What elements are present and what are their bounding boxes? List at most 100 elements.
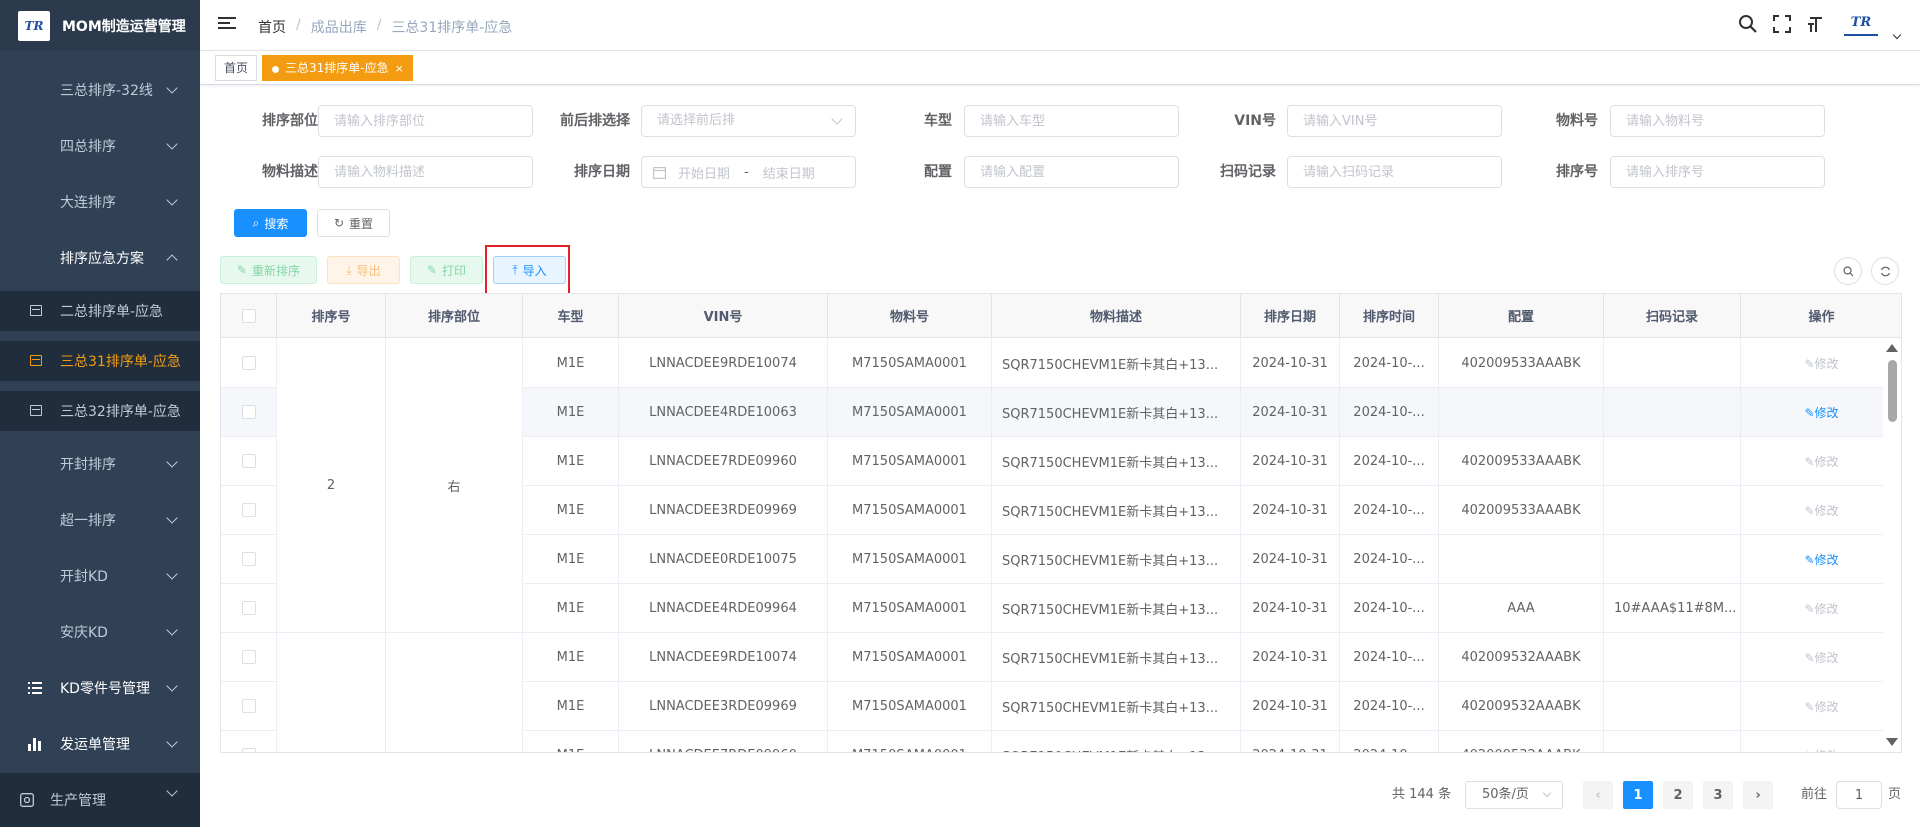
sidebar-item-emergency[interactable]: 排序应急方案 <box>0 238 200 278</box>
edit-row-button[interactable]: ✎修改 <box>1804 404 1838 421</box>
page-button[interactable]: 2 <box>1663 781 1693 809</box>
row-checkbox[interactable] <box>241 405 256 419</box>
reset-button[interactable]: ↻ 重置 <box>317 209 390 237</box>
sort-date-range[interactable]: 开始日期 - 结束日期 <box>641 156 856 188</box>
edit-row-button[interactable]: ✎修改 <box>1804 551 1838 568</box>
material-no-input[interactable] <box>1610 105 1825 137</box>
sidebar-item-kaifeng[interactable]: 开封排序 <box>0 444 200 484</box>
front-back-select[interactable]: 请选择前后排 <box>641 105 856 137</box>
font-size-icon[interactable] <box>1806 14 1826 34</box>
column-header[interactable]: 车型 <box>523 294 619 338</box>
fullscreen-icon[interactable] <box>1772 14 1792 34</box>
column-header[interactable]: 操作 <box>1741 294 1901 338</box>
bar-chart-icon <box>28 738 41 751</box>
toggle-search-button[interactable] <box>1834 257 1862 285</box>
button-label: 重新排序 <box>252 263 301 278</box>
row-checkbox[interactable] <box>241 650 256 664</box>
row-checkbox[interactable] <box>241 454 256 468</box>
row-checkbox[interactable] <box>241 356 256 370</box>
refresh-button[interactable] <box>1871 257 1899 285</box>
page-button[interactable]: 1 <box>1623 781 1653 809</box>
sidebar-subitem-erzong[interactable]: 二总排序单-应急 <box>0 291 200 331</box>
next-page-button[interactable]: › <box>1743 781 1773 809</box>
table-cell: SQR7150CHEVM1E新卡其白+13... <box>992 682 1241 731</box>
start-date[interactable]: 开始日期 <box>678 163 730 182</box>
sidebar-item-dalian[interactable]: 大连排序 <box>0 182 200 222</box>
row-checkbox[interactable] <box>241 699 256 713</box>
scan-input[interactable] <box>1287 156 1502 188</box>
label-scan: 扫码记录 <box>1220 164 1276 180</box>
search-icon[interactable] <box>1738 14 1758 34</box>
sidebar-item-kaifeng-kd[interactable]: 开封KD <box>0 556 200 596</box>
scroll-down-icon[interactable] <box>1886 738 1898 746</box>
goto-page-input[interactable] <box>1836 781 1882 809</box>
table-cell: LNNACDEE4RDE09964 <box>619 584 828 633</box>
vin-input[interactable] <box>1287 105 1502 137</box>
row-checkbox[interactable] <box>241 601 256 615</box>
menu-toggle-icon[interactable] <box>218 17 236 33</box>
sidebar-item-shipping[interactable]: 发运单管理 <box>0 724 200 764</box>
user-avatar[interactable]: TR <box>1844 14 1878 36</box>
caret-down-icon[interactable] <box>1892 30 1902 40</box>
edit-row-button[interactable]: ✎修改 <box>1804 649 1838 666</box>
column-header[interactable]: 排序部位 <box>386 294 523 338</box>
row-checkbox[interactable] <box>241 503 256 517</box>
material-desc-input[interactable] <box>318 156 533 188</box>
tab-home[interactable]: 首页 <box>215 55 258 81</box>
search-button[interactable]: ⌕ 搜索 <box>234 209 307 237</box>
edit-row-button[interactable]: ✎修改 <box>1804 502 1838 519</box>
table-cell: SQR7150CHEVM1E新卡其白+13... <box>992 339 1241 388</box>
tab-sanzong31[interactable]: 三总31排序单-应急 × <box>262 55 413 81</box>
car-type-input[interactable] <box>964 105 1179 137</box>
sidebar-item-kd-parts[interactable]: KD零件号管理 <box>0 668 200 708</box>
column-header[interactable]: 排序号 <box>277 294 386 338</box>
table-cell: M1E <box>523 584 619 633</box>
sidebar-item-anqing-kd[interactable]: 安庆KD <box>0 612 200 652</box>
column-header[interactable]: 物料描述 <box>992 294 1241 338</box>
column-header[interactable]: 物料号 <box>828 294 992 338</box>
scroll-up-icon[interactable] <box>1886 344 1898 352</box>
table-scrollbar[interactable] <box>1883 338 1901 752</box>
chevron-down-icon <box>831 113 843 125</box>
edit-row-button[interactable]: ✎修改 <box>1804 453 1838 470</box>
column-header[interactable]: 排序日期 <box>1241 294 1340 338</box>
page-button[interactable]: 3 <box>1703 781 1733 809</box>
sidebar-subitem-sanzong31[interactable]: 三总31排序单-应急 <box>0 341 200 381</box>
sidebar-item-sanzong-32[interactable]: 三总排序-32线 <box>0 70 200 110</box>
sidebar-item-chaoyi[interactable]: 超一排序 <box>0 500 200 540</box>
sidebar: TR MOM制造运营管理 三总排序-32线 四总排序 大连排序 排序应急方案 二… <box>0 0 200 827</box>
column-header[interactable]: 配置 <box>1439 294 1604 338</box>
table-cell: LNNACDEE4RDE10063 <box>619 388 828 437</box>
breadcrumb-home[interactable]: 首页 <box>258 17 286 37</box>
row-checkbox[interactable] <box>241 748 256 752</box>
import-highlight-box <box>485 245 570 296</box>
table-cell: M7150SAMA0001 <box>828 584 992 633</box>
sidebar-item-sizong[interactable]: 四总排序 <box>0 126 200 166</box>
edit-row-button[interactable]: ✎修改 <box>1804 600 1838 617</box>
sidebar-item-production[interactable]: 生产管理 <box>0 773 200 827</box>
close-icon[interactable]: × <box>395 62 404 75</box>
column-header[interactable]: VIN号 <box>619 294 828 338</box>
table-cell: M7150SAMA0001 <box>828 535 992 584</box>
page-size-select[interactable]: 50条/页 <box>1465 781 1563 809</box>
prev-page-button[interactable]: ‹ <box>1583 781 1613 809</box>
select-all-checkbox[interactable] <box>241 308 256 323</box>
table-cell: SQR7150CHEVM1E新卡其白+13... <box>992 437 1241 486</box>
sidebar-subitem-sanzong32[interactable]: 三总32排序单-应急 <box>0 391 200 431</box>
export-button[interactable]: ⤓ 导出 <box>327 256 400 284</box>
sort-no-input[interactable] <box>1610 156 1825 188</box>
resort-button[interactable]: ✎ 重新排序 <box>220 256 317 284</box>
app-title: MOM制造运营管理 <box>62 18 186 35</box>
scrollbar-thumb[interactable] <box>1888 360 1897 422</box>
column-header[interactable]: 扫码记录 <box>1604 294 1741 338</box>
edit-row-button[interactable]: ✎修改 <box>1804 698 1838 715</box>
row-checkbox[interactable] <box>241 552 256 566</box>
print-button[interactable]: ✎ 打印 <box>410 256 483 284</box>
config-input[interactable] <box>964 156 1179 188</box>
column-header[interactable]: 排序时间 <box>1340 294 1439 338</box>
edit-row-button[interactable]: ✎修改 <box>1804 355 1838 372</box>
end-date[interactable]: 结束日期 <box>763 163 815 182</box>
edit-label: 修改 <box>1814 552 1839 567</box>
edit-row-button[interactable]: ✎修改 <box>1804 747 1838 753</box>
sort-part-input[interactable] <box>318 105 533 137</box>
